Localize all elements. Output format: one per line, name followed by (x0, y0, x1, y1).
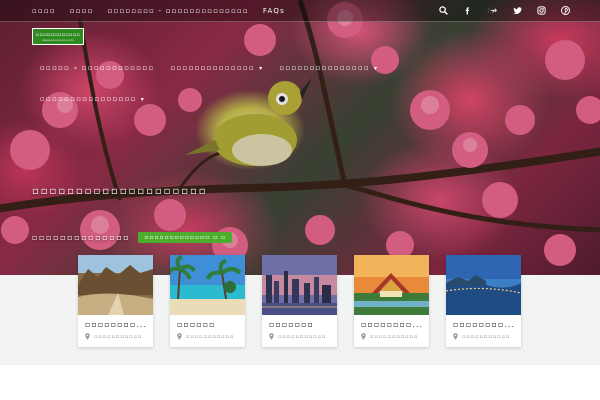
card-title: ▫▫▫▫▫▫▫▫... (361, 320, 424, 329)
nav-row-2: ▫▫▫▫▫▫▫▫▫▫▫▫▫▫▫▫ ▾ (40, 91, 460, 107)
pinterest-icon[interactable] (561, 6, 570, 15)
nav-item-1[interactable]: ▫▫▫▫▫ - ▫▫▫▫▫▫▫▫▫▫▫▫ (40, 64, 154, 72)
card-thumbnail-city (262, 255, 337, 315)
main-nav: ▫▫▫▫▫ - ▫▫▫▫▫▫▫▫▫▫▫▫ ▫▫▫▫▫▫▫▫▫▫▫▫▫▫ ▾ ▫▫▫… (40, 60, 460, 122)
card-thumbnail-cliffs (78, 255, 153, 315)
map-pin-icon (269, 333, 274, 340)
google-plus-icon[interactable] (487, 6, 498, 15)
map-pin-icon (85, 333, 90, 340)
card-location-text: ▫▫▫▫▫▫▫▫▫▫▫ (278, 333, 327, 340)
card-location: ▫▫▫▫▫▫▫▫▫▫▫ (354, 329, 429, 340)
card-location-text: ▫▫▫▫▫▫▫▫▫▫▫ (94, 333, 143, 340)
card-title: ▫▫▫▫▫▫▫▫... (453, 320, 516, 329)
card-title: ▫▫▫▫▫▫▫ (269, 320, 314, 329)
hero-headline: ▫▫▫▫▫▫▫▫▫▫▫▫▫▫▫▫▫▫▫▫ (32, 186, 208, 197)
search-icon[interactable] (439, 6, 448, 15)
card-location-text: ▫▫▫▫▫▫▫▫▫▫▫ (462, 333, 511, 340)
social-icons (439, 6, 570, 15)
nav-item-4[interactable]: ▫▫▫▫▫▫▫▫▫▫▫▫▫▫▫▫ ▾ (40, 95, 145, 103)
destination-card[interactable]: ▫▫▫▫▫▫▫▫... ▫▫▫▫▫▫▫▫▫▫▫ (78, 255, 153, 347)
top-link-faqs[interactable]: FAQs (263, 7, 285, 15)
logo-subtitle: www.▫▫▫▫▫▫▫▫.com (42, 37, 74, 42)
facebook-icon[interactable] (463, 6, 472, 15)
site-logo[interactable]: ▫▫▫▫▫▫▫▫▫▫▫▫ www.▫▫▫▫▫▫▫▫.com (32, 28, 84, 45)
card-location: ▫▫▫▫▫▫▫▫▫▫▫ (446, 329, 521, 340)
card-thumbnail-temple (354, 255, 429, 315)
nav-item-label: ▫▫▫▫▫▫▫▫▫▫▫▫▫▫ (170, 64, 256, 72)
nav-row-1: ▫▫▫▫▫ - ▫▫▫▫▫▫▫▫▫▫▫▫ ▫▫▫▫▫▫▫▫▫▫▫▫▫▫ ▾ ▫▫▫… (40, 60, 460, 76)
chevron-down-icon: ▾ (140, 96, 146, 103)
card-location-text: ▫▫▫▫▫▫▫▫▫▫▫ (370, 333, 419, 340)
nav-item-2[interactable]: ▫▫▫▫▫▫▫▫▫▫▫▫▫▫ ▾ (170, 64, 263, 72)
destination-cards: ▫▫▫▫▫▫▫▫... ▫▫▫▫▫▫▫▫▫▫▫ ▫▫▫▫▫▫ ▫▫▫▫▫▫▫▫▫… (78, 255, 522, 347)
top-link-about[interactable]: ▫▫▫▫ (70, 7, 94, 15)
nav-item-label: ▫▫▫▫▫▫▫▫▫▫▫▫▫▫▫ (279, 64, 371, 72)
card-location: ▫▫▫▫▫▫▫▫▫▫▫ (170, 329, 245, 340)
instagram-icon[interactable] (537, 6, 546, 15)
hero-cta-button[interactable]: ▫▫▫▫▫▫▫▫▫▫▫▫▫ ▫ ▫ (138, 232, 233, 243)
destination-card[interactable]: ▫▫▫▫▫▫▫▫... ▫▫▫▫▫▫▫▫▫▫▫ (354, 255, 429, 347)
map-pin-icon (361, 333, 366, 340)
card-title: ▫▫▫▫▫▫▫▫... (85, 320, 148, 329)
top-bar: ▫▫▫▫ ▫▫▫▫ ▫▫▫▫▫▫▫▫ - ▫▫▫▫▫▫▫▫▫▫▫▫▫▫ FAQs (0, 0, 600, 22)
map-pin-icon (453, 333, 458, 340)
chevron-down-icon: ▾ (374, 65, 379, 72)
top-link-home[interactable]: ▫▫▫▫ (32, 7, 56, 15)
card-location: ▫▫▫▫▫▫▫▫▫▫▫ (262, 329, 337, 340)
hero-subline: ▫▫▫▫▫▫▫▫▫▫▫▫▫▫ ▫▫▫▫▫▫▫▫▫▫▫▫▫ ▫ ▫ (32, 232, 233, 243)
top-link-contact[interactable]: ▫▫▫▫▫▫▫▫ - ▫▫▫▫▫▫▫▫▫▫▫▫▫▫ (108, 7, 249, 15)
hero-subline-text: ▫▫▫▫▫▫▫▫▫▫▫▫▫▫ (32, 233, 131, 242)
card-location: ▫▫▫▫▫▫▫▫▫▫▫ (78, 329, 153, 340)
destination-card[interactable]: ▫▫▫▫▫▫▫▫... ▫▫▫▫▫▫▫▫▫▫▫ (446, 255, 521, 347)
destination-card[interactable]: ▫▫▫▫▫▫▫ ▫▫▫▫▫▫▫▫▫▫▫ (262, 255, 337, 347)
nav-item-label: ▫▫▫▫▫▫▫▫▫▫▫▫▫▫▫▫ (40, 95, 137, 103)
nav-item-3[interactable]: ▫▫▫▫▫▫▫▫▫▫▫▫▫▫▫ ▾ (279, 64, 378, 72)
top-links: ▫▫▫▫ ▫▫▫▫ ▫▫▫▫▫▫▫▫ - ▫▫▫▫▫▫▫▫▫▫▫▫▫▫ FAQs (32, 7, 285, 15)
twitter-icon[interactable] (513, 6, 522, 15)
card-title: ▫▫▫▫▫▫ (177, 320, 216, 329)
card-thumbnail-bay (446, 255, 521, 315)
nav-item-label: ▫▫▫▫▫ - ▫▫▫▫▫▫▫▫▫▫▫▫ (40, 64, 155, 72)
map-pin-icon (177, 333, 182, 340)
card-location-text: ▫▫▫▫▫▫▫▫▫▫▫ (186, 333, 235, 340)
destination-card[interactable]: ▫▫▫▫▫▫ ▫▫▫▫▫▫▫▫▫▫▫ (170, 255, 245, 347)
chevron-down-icon: ▾ (259, 65, 264, 72)
card-thumbnail-beach (170, 255, 245, 315)
